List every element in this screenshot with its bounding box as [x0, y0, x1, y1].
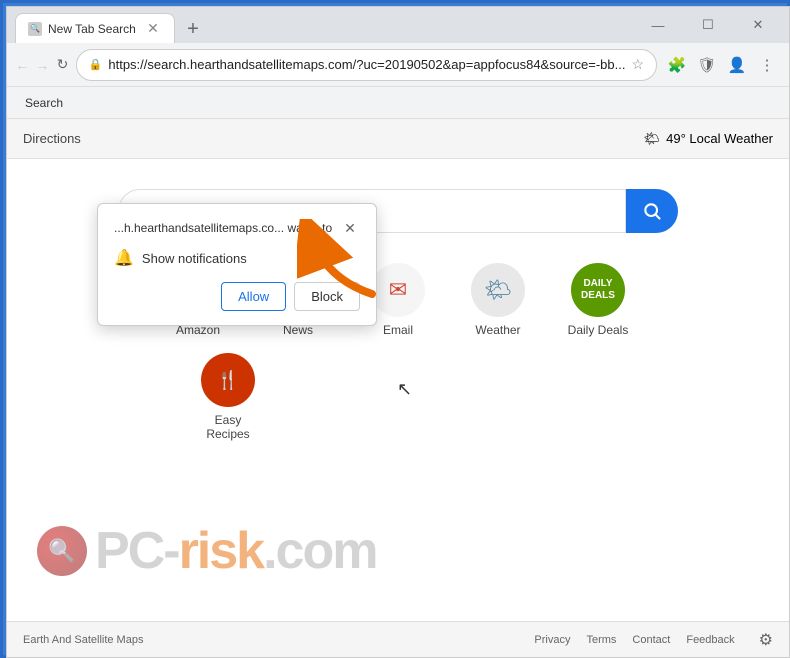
browser-window: 🔍 New Tab Search ✕ + — ☐ ✕ ← → ↻ 🔒 https…	[6, 6, 790, 658]
quick-link-deals[interactable]: DAILYDEALS Daily Deals	[563, 263, 633, 337]
minimize-button[interactable]: —	[635, 10, 681, 40]
address-bar: ← → ↻ 🔒 https://search.hearthandsatellit…	[7, 43, 789, 87]
account-icon[interactable]: 👤	[723, 51, 751, 79]
popup-site-text: ...h.hearthandsatellitemaps.co... wants …	[114, 221, 332, 235]
quick-link-weather[interactable]: 🌤 Weather	[463, 263, 533, 337]
popup-header: ...h.hearthandsatellitemaps.co... wants …	[114, 218, 360, 238]
allow-button[interactable]: Allow	[221, 282, 286, 311]
feedback-link[interactable]: Feedback	[686, 634, 734, 646]
recipes-label: Easy Recipes	[193, 413, 263, 441]
weather-text: 49° Local Weather	[666, 131, 773, 146]
pcrisk-logo	[37, 526, 87, 576]
weather-icon: 🌤	[471, 263, 525, 317]
popup-notification-row: 🔔 Show notifications	[114, 248, 360, 268]
notification-popup: ...h.hearthandsatellitemaps.co... wants …	[97, 203, 377, 326]
extensions-icon[interactable]: 🧩	[663, 51, 691, 79]
bookmarks-bar: Search	[7, 87, 789, 119]
weather-label: Weather	[475, 323, 520, 337]
email-label: Email	[383, 323, 413, 337]
quick-link-recipes[interactable]: 🍴 Easy Recipes	[193, 353, 263, 441]
window-controls: — ☐ ✕	[635, 10, 781, 40]
bookmark-search[interactable]: Search	[15, 92, 73, 114]
block-button[interactable]: Block	[294, 282, 360, 311]
security-icon: 🔒	[89, 58, 103, 71]
top-strip: Directions 🌤 49° Local Weather	[7, 119, 789, 159]
shield-icon[interactable]: 🛡	[693, 51, 721, 79]
tab-close-button[interactable]: ✕	[144, 20, 162, 38]
bell-icon: 🔔	[114, 248, 134, 268]
popup-actions: Allow Block	[114, 282, 360, 311]
active-tab[interactable]: 🔍 New Tab Search ✕	[15, 13, 175, 43]
bookmark-star-icon[interactable]: ☆	[631, 56, 644, 73]
title-bar: 🔍 New Tab Search ✕ + — ☐ ✕	[7, 7, 789, 43]
tab-favicon: 🔍	[28, 22, 42, 36]
recipes-icon: 🍴	[201, 353, 255, 407]
quick-links-row2: 🍴 Easy Recipes	[193, 353, 603, 441]
watermark-text: PC-risk.com	[95, 521, 376, 581]
url-text: https://search.hearthandsatellitemaps.co…	[108, 57, 625, 72]
bottom-bar: Earth And Satellite Maps Privacy Terms C…	[7, 621, 789, 657]
popup-close-button[interactable]: ✕	[340, 218, 360, 238]
weather-icon: 🌤	[644, 131, 661, 147]
weather-widget[interactable]: 🌤 49° Local Weather	[644, 131, 773, 147]
toolbar-icons: 🧩 🛡 👤 ⋮	[663, 51, 781, 79]
deals-label: Daily Deals	[568, 323, 629, 337]
tab-title: New Tab Search	[48, 22, 136, 36]
forward-button[interactable]: →	[35, 51, 49, 79]
terms-link[interactable]: Terms	[586, 634, 616, 646]
close-button[interactable]: ✕	[735, 10, 781, 40]
directions-link[interactable]: Directions	[23, 131, 81, 146]
bottom-links: Privacy Terms Contact Feedback ⚙	[534, 630, 773, 650]
refresh-button[interactable]: ↻	[55, 51, 69, 79]
watermark: PC-risk.com	[37, 521, 376, 581]
main-content: Directions 🌤 49° Local Weather	[7, 119, 789, 657]
deals-icon: DAILYDEALS	[571, 263, 625, 317]
email-icon: ✉	[371, 263, 425, 317]
page-body: a Amazon NEWS News ✉ Email 🌤 Weather DAI…	[7, 159, 789, 621]
bottom-left-text: Earth And Satellite Maps	[23, 634, 143, 646]
maximize-button[interactable]: ☐	[685, 10, 731, 40]
menu-icon[interactable]: ⋮	[753, 51, 781, 79]
contact-link[interactable]: Contact	[632, 634, 670, 646]
settings-gear-icon[interactable]: ⚙	[759, 630, 773, 650]
tab-area: 🔍 New Tab Search ✕ +	[15, 7, 631, 43]
notification-text: Show notifications	[142, 251, 247, 266]
url-bar[interactable]: 🔒 https://search.hearthandsatellitemaps.…	[76, 49, 657, 81]
privacy-link[interactable]: Privacy	[534, 634, 570, 646]
new-tab-button[interactable]: +	[179, 15, 207, 43]
back-button[interactable]: ←	[15, 51, 29, 79]
search-button[interactable]	[626, 189, 678, 233]
